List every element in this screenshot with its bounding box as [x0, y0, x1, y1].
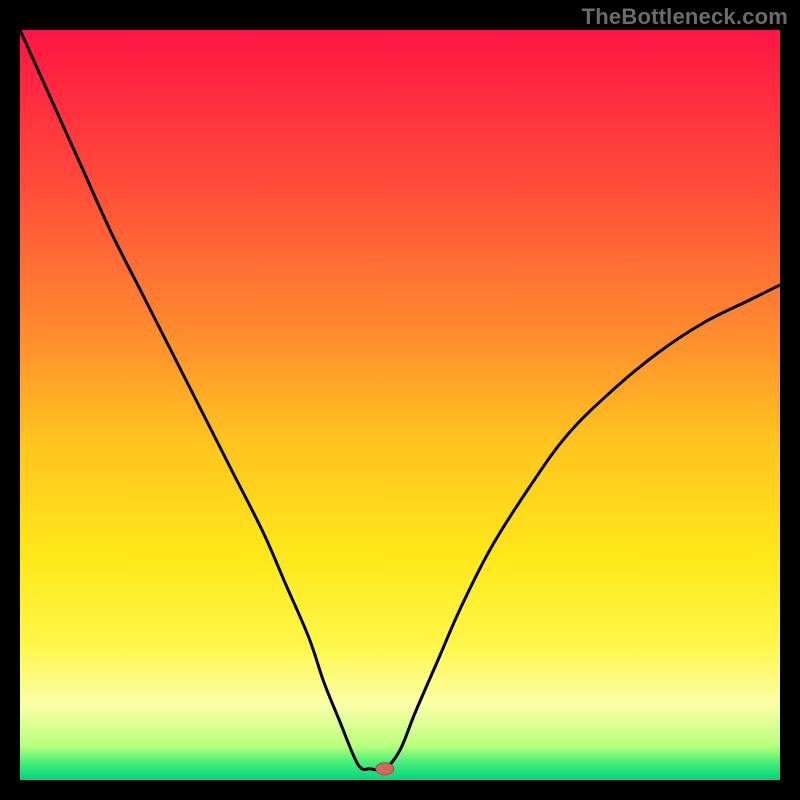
gradient-rect: [20, 30, 780, 780]
plot-svg: [20, 30, 780, 780]
optimal-marker: [376, 763, 394, 775]
plot-area: [20, 30, 780, 780]
chart-frame: TheBottleneck.com: [0, 0, 800, 800]
watermark-text: TheBottleneck.com: [582, 4, 788, 30]
